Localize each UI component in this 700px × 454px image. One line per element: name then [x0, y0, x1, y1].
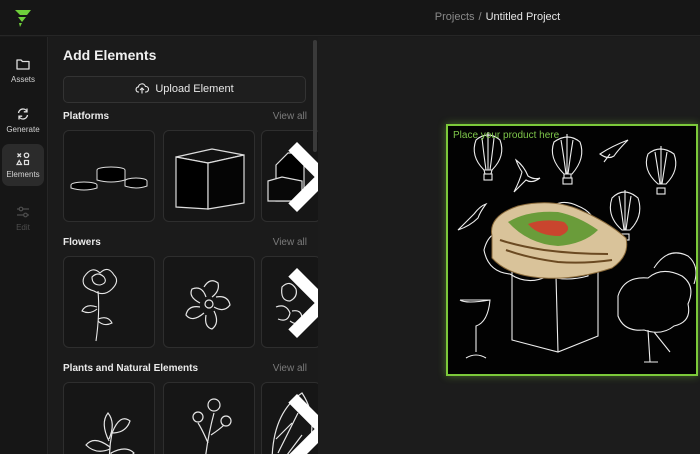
flower-tile-rose[interactable]	[63, 256, 155, 348]
rail-label-edit: Edit	[16, 223, 30, 232]
hot-air-balloon-icon	[645, 146, 677, 195]
bush-outline	[653, 252, 696, 285]
section-title-flowers: Flowers	[63, 237, 101, 248]
flower-branch-icon	[192, 398, 232, 454]
podium-steps-icon	[70, 166, 148, 191]
rail-label-generate: Generate	[6, 125, 40, 134]
flower-tile-partial[interactable]	[261, 256, 318, 348]
view-all-flowers-link[interactable]: View all	[273, 237, 307, 248]
platform-tile-steps[interactable]	[63, 130, 155, 222]
panel-title: Add Elements	[63, 47, 157, 63]
wrap-product-image	[491, 202, 628, 279]
refresh-icon	[17, 108, 29, 120]
blossom-icon	[185, 280, 231, 330]
bird-icon	[513, 158, 541, 193]
view-all-plants-link[interactable]: View all	[273, 363, 307, 374]
platform-tile-cube[interactable]	[163, 130, 255, 222]
cocktail-glass-icon	[459, 299, 491, 359]
hot-air-balloon-icon	[551, 134, 583, 185]
chevron-right-icon[interactable]	[262, 257, 318, 348]
chevron-right-icon[interactable]	[262, 131, 318, 222]
platform-tile-blocks[interactable]	[261, 130, 318, 222]
upload-element-button[interactable]: Upload Element	[63, 76, 306, 103]
rail-item-assets[interactable]: Assets	[2, 49, 44, 91]
rail-label-elements: Elements	[6, 170, 40, 179]
project-title[interactable]: Untitled Project	[486, 11, 561, 23]
section-flowers-header: Flowers View all	[63, 237, 307, 248]
bonsai-tree-icon	[617, 270, 692, 363]
cube-pedestal-icon	[175, 148, 245, 210]
plant-tile-monstera[interactable]	[261, 382, 318, 454]
canvas-placeholder-text: Place your product here	[453, 130, 560, 141]
upload-element-label: Upload Element	[155, 83, 234, 95]
section-plants-header: Plants and Natural Elements View all	[63, 363, 307, 374]
chevron-right-icon[interactable]	[262, 383, 318, 454]
breadcrumb-projects-link[interactable]: Projects	[435, 11, 475, 23]
section-title-plants: Plants and Natural Elements	[63, 363, 199, 374]
rail-item-elements[interactable]: Elements	[2, 144, 44, 186]
plant-tile-leaves[interactable]	[63, 382, 155, 454]
elements-panel: Add Elements Upload Element Platforms Vi…	[49, 37, 318, 454]
plant-tile-flowers[interactable]	[163, 382, 255, 454]
rail-label-assets: Assets	[10, 75, 35, 84]
sliders-icon	[17, 206, 29, 218]
section-title-platforms: Platforms	[63, 111, 110, 122]
rose-icon	[81, 268, 118, 342]
rail-item-generate[interactable]: Generate	[2, 99, 44, 141]
view-all-platforms-link[interactable]: View all	[273, 111, 307, 122]
bird-icon	[599, 139, 629, 163]
bird-icon	[457, 202, 488, 231]
leaf-branch-icon	[85, 412, 135, 454]
section-platforms-header: Platforms View all	[63, 111, 307, 122]
nav-rail: Assets Generate Elements Edit	[0, 37, 48, 454]
breadcrumb-separator: /	[478, 11, 482, 23]
shapes-icon	[15, 152, 30, 166]
scene-artwork	[457, 132, 696, 363]
folder-icon	[16, 59, 30, 70]
top-bar: Projects / Untitled Project	[0, 0, 700, 36]
rail-item-edit[interactable]: Edit	[2, 197, 44, 239]
canvas-frame[interactable]: Place your product here	[446, 124, 698, 376]
breadcrumb: Projects / Untitled Project	[0, 10, 700, 24]
cloud-upload-icon	[135, 83, 150, 94]
panel-scrollbar[interactable]	[313, 40, 317, 152]
flower-tile-blossom[interactable]	[163, 256, 255, 348]
